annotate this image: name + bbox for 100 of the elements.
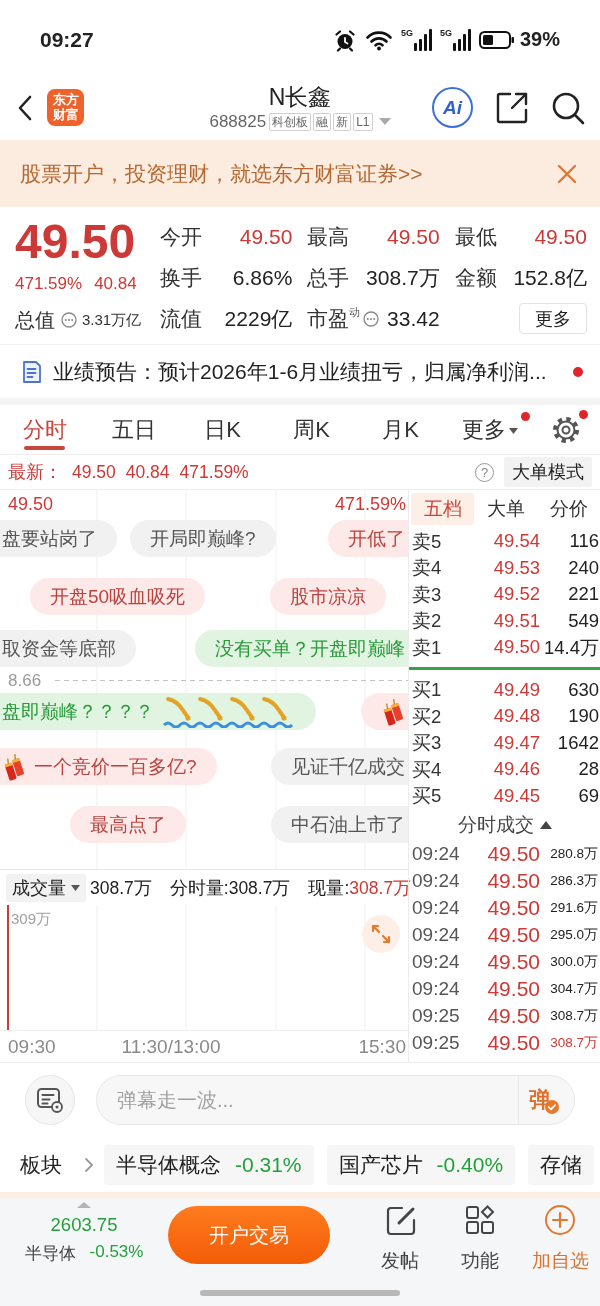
chart-period-tab[interactable]: 周K	[267, 404, 356, 455]
trade-volume: 286.3万	[549, 871, 598, 890]
danmaku-comment: 见证千亿成交	[271, 748, 408, 785]
bid-level-label: 买3	[412, 731, 443, 756]
ask-price: 49.52	[492, 583, 540, 606]
latest-percent: 471.59%	[179, 461, 249, 483]
time-axis-label: 11:30/13:00	[121, 1035, 221, 1058]
order-book-tab[interactable]: 大单	[474, 493, 537, 525]
trade-time: 09:24	[412, 869, 461, 892]
stat-label: 总值	[15, 307, 55, 333]
trades-header[interactable]: 分时成交	[409, 809, 600, 840]
trade-price: 49.50	[486, 1030, 540, 1055]
big-order-mode-button[interactable]: 大单模式	[504, 457, 592, 487]
stat-value: 3.31万亿	[82, 310, 142, 330]
edit-icon	[384, 1204, 416, 1236]
signal-icon	[452, 28, 471, 51]
trade-price: 49.50	[486, 868, 540, 893]
grid-icon	[464, 1204, 496, 1236]
time-axis-label: 09:30	[8, 1035, 56, 1058]
bid-volume: 69	[577, 784, 599, 807]
stock-tag: L1	[353, 113, 373, 131]
trade-volume: 300.0万	[549, 952, 598, 971]
trade-price: 49.50	[486, 1003, 540, 1028]
ask-volume: 14.4万	[543, 635, 599, 660]
ask-volume: 116	[568, 530, 599, 553]
functions-button[interactable]: 功能	[440, 1204, 520, 1274]
time-axis-label: 15:30	[358, 1035, 406, 1058]
promo-banner-text[interactable]: 股票开户，投资理财，就选东方财富证券>>	[20, 159, 423, 188]
help-button[interactable]: ?	[475, 462, 494, 482]
latest-label: 最新：	[8, 461, 62, 484]
stat-value: 152.8亿	[513, 264, 587, 291]
stat-value: 49.50	[534, 224, 587, 249]
bid-volume: 630	[567, 678, 599, 701]
order-book-tab[interactable]: 分价	[537, 493, 600, 525]
trade-volume: 295.0万	[549, 925, 598, 944]
stat-label: 换手	[160, 264, 202, 291]
sector-chip[interactable]: 国产芯片 -0.40%	[326, 1144, 516, 1185]
ask-price: 49.54	[492, 530, 540, 553]
bid-price: 49.47	[492, 731, 540, 754]
chart-price-label: 49.50	[8, 494, 54, 514]
handle-icon[interactable]	[77, 1202, 91, 1208]
stat-value: 33.42	[387, 306, 440, 331]
firecracker-icon	[381, 697, 405, 726]
stat-value: 49.50	[387, 224, 440, 249]
stat-label: 流值	[160, 305, 202, 332]
chart-period-tab[interactable]: 更多	[445, 404, 534, 455]
bid-volume: 28	[577, 758, 599, 781]
stat-label: 最低	[454, 223, 497, 250]
trade-volume: 280.8万	[549, 844, 598, 863]
indicator-selector[interactable]: 成交量	[6, 873, 86, 902]
latest-change: 40.84	[125, 461, 170, 483]
close-icon[interactable]	[556, 162, 578, 185]
share-icon[interactable]	[495, 90, 529, 125]
trade-time: 09:24	[412, 977, 461, 1000]
danmaku-comment: 取资金等底部	[0, 630, 136, 667]
post-button[interactable]: 发帖	[360, 1204, 440, 1274]
expand-icon[interactable]	[362, 915, 400, 953]
index-value: 2603.75	[50, 1214, 118, 1236]
more-info-icon[interactable]	[363, 310, 380, 327]
chart-period-tab[interactable]: 月K	[356, 404, 445, 455]
stat-value: 49.50	[239, 224, 293, 249]
trade-volume: 291.6万	[549, 898, 598, 917]
chart-period-tab[interactable]: 五日	[89, 404, 178, 455]
announcement-text[interactable]: 业绩预告：预计2026年1-6月业绩扭亏，归属净利润...	[53, 357, 547, 386]
latest-price: 49.50	[72, 461, 116, 483]
danmaku-settings-button[interactable]	[25, 1075, 75, 1125]
sector-chip[interactable]: 存储	[528, 1144, 595, 1185]
caret-down-icon	[71, 884, 80, 891]
caret-down-icon[interactable]	[378, 118, 391, 126]
danmaku-input[interactable]: 弹幕走一波...	[96, 1075, 518, 1125]
more-info-icon[interactable]	[61, 312, 77, 328]
danmaku-comment: 没有买单？开盘即巅峰	[195, 630, 408, 667]
chevron-right-icon	[84, 1156, 94, 1173]
trade-price: 49.50	[486, 922, 540, 947]
document-gear-icon	[36, 1086, 64, 1114]
network-type-label: 5G	[400, 28, 413, 38]
network-type-label: 5G	[439, 28, 452, 38]
chart-period-tab[interactable]: 分时	[0, 404, 89, 455]
stock-tag: 新	[333, 113, 352, 131]
search-icon[interactable]	[551, 90, 585, 125]
trade-volume: 308.7万	[549, 1033, 598, 1052]
trade-time: 09:24	[412, 950, 461, 973]
trade-price: 49.50	[486, 949, 540, 974]
firecracker-icon	[2, 752, 26, 781]
bid-price: 49.46	[492, 758, 540, 781]
sectors-link[interactable]: 板块	[20, 1150, 94, 1179]
order-book-tab[interactable]: 五档	[411, 493, 474, 525]
more-button[interactable]: 更多	[519, 303, 587, 334]
ai-assistant-button[interactable]: Ai	[432, 87, 473, 128]
danmaku-comment: 最高点了	[70, 806, 186, 843]
sector-chip[interactable]: 半导体概念 -0.31%	[104, 1144, 314, 1185]
bid-price: 49.49	[492, 678, 540, 701]
danmaku-comment: 盘要站岗了	[0, 520, 117, 557]
stat-label: 今开	[160, 223, 202, 250]
volume-axis-label: 309万	[11, 910, 52, 929]
current-volume: 现量:308.7万	[308, 876, 412, 900]
stat-value: 6.86%	[232, 265, 293, 290]
change-amount: 40.84	[94, 273, 137, 295]
chart-period-tab[interactable]: 日K	[178, 404, 267, 455]
ask-volume: 549	[567, 609, 599, 632]
